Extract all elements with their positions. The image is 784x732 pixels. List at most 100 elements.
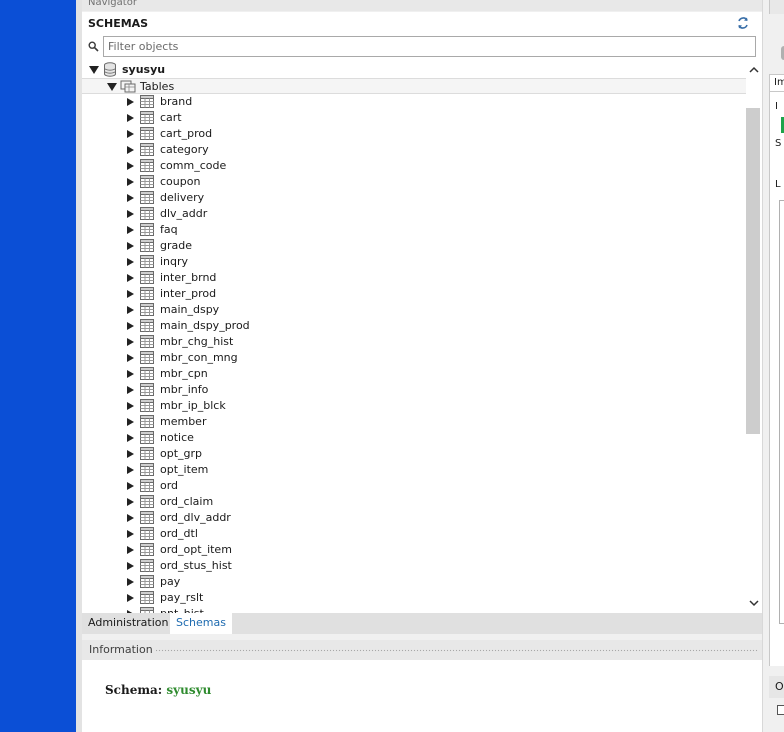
table-row[interactable]: mbr_con_mng: [82, 350, 746, 366]
table-name: ord_dlv_addr: [160, 511, 231, 524]
expand-arrow-icon[interactable]: [127, 194, 134, 202]
expand-arrow-icon[interactable]: [127, 498, 134, 506]
expand-arrow-icon[interactable]: [127, 274, 134, 282]
table-name: coupon: [160, 175, 201, 188]
tables-folder-icon: [120, 80, 136, 93]
filter-objects-input[interactable]: [103, 36, 756, 57]
expand-arrow-icon[interactable]: [127, 578, 134, 586]
expand-arrow-icon[interactable]: [127, 402, 134, 410]
tab-schemas[interactable]: Schemas: [170, 613, 232, 634]
expand-arrow-icon[interactable]: [127, 98, 134, 106]
expand-arrow-icon[interactable]: [127, 338, 134, 346]
table-row[interactable]: pay: [82, 574, 746, 590]
table-row[interactable]: inter_brnd: [82, 270, 746, 286]
table-row[interactable]: pay_rslt: [82, 590, 746, 606]
table-icon: [140, 223, 154, 236]
expand-arrow-icon[interactable]: [127, 418, 134, 426]
table-row[interactable]: delivery: [82, 190, 746, 206]
expand-arrow-icon[interactable]: [127, 130, 134, 138]
table-row[interactable]: cart_prod: [82, 126, 746, 142]
table-row[interactable]: mbr_chg_hist: [82, 334, 746, 350]
expand-arrow-icon[interactable]: [127, 562, 134, 570]
expand-arrow-icon[interactable]: [127, 434, 134, 442]
table-row[interactable]: inqry: [82, 254, 746, 270]
table-row[interactable]: ord_opt_item: [82, 542, 746, 558]
table-row[interactable]: ord_dlv_addr: [82, 510, 746, 526]
table-name: inter_brnd: [160, 271, 217, 284]
table-row[interactable]: dlv_addr: [82, 206, 746, 222]
table-row[interactable]: opt_item: [82, 462, 746, 478]
scrollbar-thumb[interactable]: [746, 108, 760, 434]
expand-arrow-icon[interactable]: [127, 210, 134, 218]
editor-text-fragment: I: [775, 101, 778, 112]
tree-row-tables[interactable]: Tables: [82, 78, 746, 94]
tree-scrollbar[interactable]: [746, 60, 762, 613]
expand-arrow-icon[interactable]: [127, 482, 134, 490]
expand-arrow-icon[interactable]: [127, 242, 134, 250]
expand-arrow-icon[interactable]: [127, 306, 134, 314]
table-row[interactable]: category: [82, 142, 746, 158]
table-row[interactable]: mbr_info: [82, 382, 746, 398]
navigator-tabs: Administration Schemas: [82, 613, 762, 634]
table-row[interactable]: member: [82, 414, 746, 430]
table-row[interactable]: ord_dtl: [82, 526, 746, 542]
table-row[interactable]: faq: [82, 222, 746, 238]
scroll-down-icon[interactable]: [746, 595, 762, 611]
table-icon: [140, 287, 154, 300]
editor-bottom-tab[interactable]: O: [769, 676, 784, 698]
table-icon: [140, 127, 154, 140]
scroll-up-icon[interactable]: [746, 62, 762, 78]
table-row[interactable]: pnt_hist: [82, 606, 746, 613]
editor-list-box[interactable]: [779, 200, 784, 624]
table-name: cart: [160, 111, 182, 124]
table-icon: [140, 575, 154, 588]
editor-checkbox[interactable]: [777, 705, 784, 715]
table-icon: [140, 367, 154, 380]
table-row[interactable]: grade: [82, 238, 746, 254]
tree-row-schema[interactable]: syusyu: [82, 62, 746, 78]
expand-arrow-icon[interactable]: [127, 322, 134, 330]
expand-arrow-icon[interactable]: [127, 546, 134, 554]
table-name: inqry: [160, 255, 189, 268]
table-row[interactable]: inter_prod: [82, 286, 746, 302]
editor-tab[interactable]: Im: [769, 74, 784, 92]
expand-arrow-icon[interactable]: [127, 258, 134, 266]
table-row[interactable]: coupon: [82, 174, 746, 190]
expand-arrow-icon[interactable]: [127, 178, 134, 186]
expand-arrow-icon[interactable]: [127, 466, 134, 474]
table-row[interactable]: cart: [82, 110, 746, 126]
table-row[interactable]: ord_claim: [82, 494, 746, 510]
editor-panel-edge: Im I S L O: [762, 0, 784, 732]
table-row[interactable]: ord: [82, 478, 746, 494]
table-icon: [140, 159, 154, 172]
expand-arrow-icon[interactable]: [127, 514, 134, 522]
table-row[interactable]: brand: [82, 94, 746, 110]
collapse-arrow-icon[interactable]: [107, 83, 117, 91]
table-name: delivery: [160, 191, 205, 204]
refresh-icon[interactable]: [736, 16, 750, 30]
table-row[interactable]: opt_grp: [82, 446, 746, 462]
table-row[interactable]: main_dspy: [82, 302, 746, 318]
expand-arrow-icon[interactable]: [127, 370, 134, 378]
expand-arrow-icon[interactable]: [127, 450, 134, 458]
expand-arrow-icon[interactable]: [127, 226, 134, 234]
table-row[interactable]: comm_code: [82, 158, 746, 174]
table-row[interactable]: main_dspy_prod: [82, 318, 746, 334]
editor-top-tab[interactable]: [769, 0, 784, 14]
expand-arrow-icon[interactable]: [127, 386, 134, 394]
table-row[interactable]: mbr_cpn: [82, 366, 746, 382]
expand-arrow-icon[interactable]: [127, 530, 134, 538]
expand-arrow-icon[interactable]: [127, 354, 134, 362]
collapse-arrow-icon[interactable]: [89, 66, 99, 74]
expand-arrow-icon[interactable]: [127, 146, 134, 154]
tab-administration[interactable]: Administration: [82, 613, 175, 634]
information-panel: Schema: syusyu: [82, 660, 762, 732]
expand-arrow-icon[interactable]: [127, 114, 134, 122]
table-row[interactable]: notice: [82, 430, 746, 446]
table-row[interactable]: mbr_ip_blck: [82, 398, 746, 414]
table-row[interactable]: ord_stus_hist: [82, 558, 746, 574]
expand-arrow-icon[interactable]: [127, 290, 134, 298]
expand-arrow-icon[interactable]: [127, 162, 134, 170]
expand-arrow-icon[interactable]: [127, 594, 134, 602]
table-name: main_dspy: [160, 303, 220, 316]
